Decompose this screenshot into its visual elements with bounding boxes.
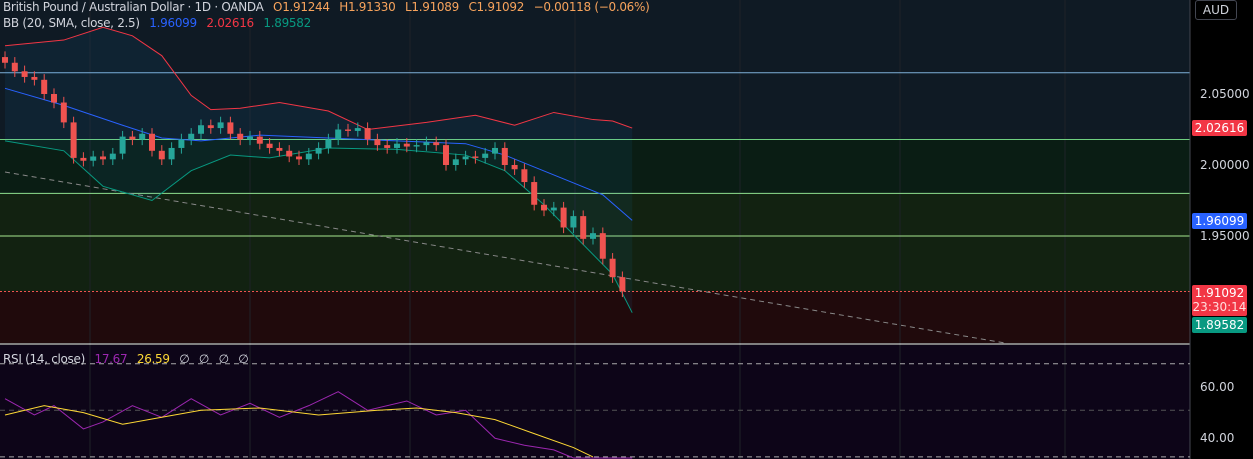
candle-body [345, 129, 351, 131]
candle-body [364, 128, 371, 140]
candle-body [90, 156, 97, 161]
rsi-empty-3: ∅ [218, 352, 229, 366]
candle-body [70, 122, 77, 158]
candle-body [619, 277, 626, 292]
bb-lower-value: 1.89582 [263, 16, 311, 30]
candle-body [560, 207, 567, 228]
candle-body [100, 156, 106, 160]
bb-basis-value: 1.96099 [149, 16, 197, 30]
price-tick: 2.05000 [1200, 87, 1250, 101]
rsi-empty-2: ∅ [198, 352, 210, 366]
candle-body [462, 156, 469, 160]
candle-body [188, 133, 195, 140]
candle-body [11, 62, 18, 72]
candle-body [570, 216, 577, 228]
candle-body [403, 143, 410, 147]
symbol-legend: British Pound / Australian Dollar · 1D ·… [3, 0, 656, 14]
bb-basis-tag: 1.96099 [1192, 213, 1247, 229]
bb-upper-tag: 2.02616 [1192, 120, 1247, 136]
ohlc-change: −0.00118 (−0.06%) [533, 0, 650, 14]
candle-body [237, 133, 244, 140]
candle-body [433, 142, 440, 146]
candle-body [492, 147, 498, 154]
rsi-tick: 60.00 [1200, 380, 1235, 394]
candle-body [2, 57, 8, 63]
candle-body [511, 165, 518, 170]
bb-lower-tag: 1.89582 [1192, 317, 1247, 333]
ohlc-close: C1.91092 [468, 0, 525, 14]
last-price: 1.91092 [1194, 286, 1245, 300]
candle-body [531, 182, 538, 205]
candle-body [443, 145, 449, 165]
candle-body [217, 122, 224, 129]
chart-canvas[interactable] [0, 0, 1253, 459]
candle-body [80, 157, 87, 161]
candle-body [286, 150, 293, 157]
candle-body [158, 150, 165, 160]
candle-body [521, 169, 528, 183]
rsi-label: RSI (14, close) [3, 352, 85, 366]
rsi-value: 17.67 [94, 352, 128, 366]
candle-body [354, 128, 361, 131]
candle-body [335, 129, 342, 140]
candle-body [60, 102, 67, 123]
bb-upper-value: 2.02616 [206, 16, 254, 30]
candle-body [247, 136, 253, 140]
rsi-empty-1: ∅ [179, 352, 190, 366]
candle-body [119, 136, 126, 154]
candle-body [394, 143, 400, 148]
candle-body [472, 156, 479, 158]
ohlc-open: O1.91244 [273, 0, 330, 14]
candle-body [149, 133, 155, 151]
currency-button[interactable]: AUD [1195, 0, 1237, 20]
rsi-empty-4: ∅ [238, 352, 249, 366]
candle-body [276, 147, 283, 151]
candle-body [178, 139, 185, 148]
rsi-ma-value: 26.59 [136, 352, 170, 366]
bar-countdown: 23:30:14 [1192, 300, 1247, 314]
bb-legend[interactable]: BB (20, SMA, close, 2.5) 1.96099 2.02616… [3, 16, 317, 30]
bb-label: BB (20, SMA, close, 2.5) [3, 16, 140, 30]
candle-body [266, 143, 273, 148]
candle-body [550, 207, 557, 211]
candle-body [599, 233, 606, 259]
zone-below [0, 291, 1190, 343]
candle-body [109, 153, 116, 160]
candle-body [384, 145, 391, 148]
candle-body [482, 153, 489, 158]
candle-body [168, 147, 175, 160]
last-price-tag: 1.91092 23:30:14 [1192, 285, 1247, 316]
symbol-title: British Pound / Australian Dollar · 1D ·… [3, 0, 264, 14]
candle-body [51, 94, 57, 103]
rsi-legend[interactable]: RSI (14, close) 17.67 26.59 ∅ ∅ ∅ ∅ [3, 352, 254, 366]
rsi-tick: 40.00 [1200, 431, 1235, 445]
candle-body [198, 125, 204, 134]
price-tick: 1.95000 [1200, 229, 1250, 243]
candle-body [305, 153, 312, 160]
candle-body [41, 79, 48, 94]
candle-body [21, 71, 28, 77]
candle-body [325, 139, 332, 148]
candle-body [541, 204, 547, 211]
candle-body [207, 125, 214, 129]
candle-body [452, 159, 459, 165]
candle-body [296, 156, 302, 160]
candle-body [609, 258, 616, 278]
candle-body [129, 136, 136, 140]
candle-body [315, 147, 322, 154]
candle-body [139, 133, 146, 140]
candle-body [413, 145, 420, 147]
candle-body [580, 216, 587, 239]
ohlc-low: L1.91089 [405, 0, 459, 14]
candle-body [374, 139, 381, 146]
candle-body [423, 142, 430, 146]
candle-body [590, 233, 596, 239]
ohlc-high: H1.91330 [339, 0, 396, 14]
candle-body [227, 122, 234, 134]
price-tick: 2.00000 [1200, 158, 1250, 172]
candle-body [501, 147, 508, 165]
candle-body [256, 136, 263, 144]
candle-body [31, 76, 38, 80]
